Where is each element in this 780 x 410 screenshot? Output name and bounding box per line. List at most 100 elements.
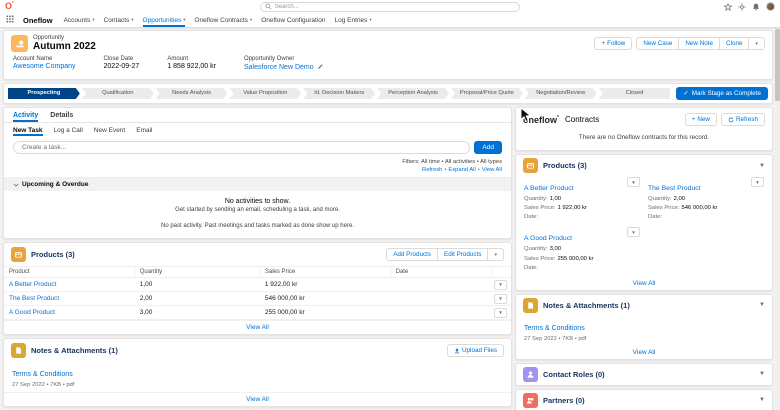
path-stage-needs-analysis[interactable]: Needs Analysis	[156, 88, 228, 99]
upload-files-button[interactable]: Upload Files	[447, 344, 504, 357]
page-scrollbar[interactable]	[775, 27, 780, 410]
right-partners-title[interactable]: Partners (0)	[543, 396, 585, 405]
clone-button[interactable]: Clone	[719, 37, 750, 50]
activity-filters: Filters: All time • All activities • All…	[4, 157, 511, 177]
right-notes-title[interactable]: Notes & Attachments (1)	[543, 301, 630, 310]
products-title[interactable]: Products (3)	[31, 250, 75, 259]
more-actions-button[interactable]: ▾	[748, 37, 765, 50]
scrollbar-thumb[interactable]	[775, 29, 780, 101]
search-input[interactable]	[274, 3, 515, 10]
row-actions-button[interactable]: ▼	[493, 307, 507, 318]
right-products-view-all-link[interactable]: View All	[633, 280, 656, 287]
path-stage-proposal-price-quote[interactable]: Proposal/Price Quote	[451, 88, 523, 99]
add-products-button[interactable]: Add Products	[386, 248, 439, 261]
field-label: Account Name	[13, 56, 53, 62]
check-icon: ✓	[683, 90, 689, 97]
field-value: 3,00	[549, 246, 562, 253]
oneflow-new-button[interactable]: + New	[684, 113, 717, 126]
filters-link[interactable]: All time • All activities • All types	[421, 159, 502, 165]
row-actions-button[interactable]: ▼	[493, 293, 507, 304]
attachment-link[interactable]: Terms & Conditions	[12, 371, 73, 378]
collapse-chevron-icon[interactable]: ▼	[759, 302, 765, 308]
collapse-chevron-icon[interactable]: ▼	[759, 371, 765, 377]
product-link[interactable]: The Best Product	[9, 295, 59, 302]
app-launcher-icon[interactable]	[6, 15, 14, 25]
subtab-log-a-call[interactable]: Log a Call	[54, 127, 83, 136]
nav-tab-opportunities[interactable]: Opportunities ▾	[143, 13, 186, 27]
product-link[interactable]: The Best Product	[648, 185, 701, 192]
tile-actions-button[interactable]: ▼	[627, 227, 640, 238]
nav-tab-oneflow-configuration[interactable]: Oneflow Configuration	[261, 13, 325, 27]
subtab-email[interactable]: Email	[136, 127, 152, 136]
right-products-title[interactable]: Products (3)	[543, 161, 587, 170]
nav-tab-accounts[interactable]: Accounts ▾	[64, 13, 95, 27]
path-stage-negotiation-review[interactable]: Negotiation/Review	[525, 88, 597, 99]
path-stage-perception-analysis[interactable]: Perception Analysis	[377, 88, 449, 99]
oneflow-contracts-panel: oneflow° Contracts + New Refresh There ar…	[515, 107, 773, 151]
view-all-activities-link[interactable]: View All	[482, 167, 502, 173]
right-notes-view-all-link[interactable]: View All	[633, 349, 656, 356]
oneflow-brand-icon: O°	[5, 1, 15, 11]
account-link[interactable]: Awesome Company	[13, 63, 76, 70]
attachment-link[interactable]: Terms & Conditions	[524, 325, 585, 332]
owner-link[interactable]: Salesforce New Demo	[244, 64, 314, 71]
tile-actions-button[interactable]: ▼	[627, 177, 640, 187]
path-stage-qualification[interactable]: Qualification	[82, 88, 154, 99]
empty-subtitle: Get started by sending an email, schedul…	[175, 207, 340, 213]
path-stage-prospecting[interactable]: Prospecting	[8, 88, 80, 99]
column-header[interactable]: Quantity	[135, 267, 260, 277]
plus-icon: +	[601, 40, 606, 47]
expand-all-link[interactable]: Expand All	[448, 167, 475, 173]
products-view-all-link[interactable]: View All	[246, 324, 269, 331]
nav-tab-oneflow-contracts[interactable]: Oneflow Contracts ▾	[194, 13, 252, 27]
favorites-star-icon[interactable]	[724, 2, 732, 11]
product-tile: The Best Product ▼ Quantity: 2,00 Sales P…	[648, 177, 764, 222]
create-task-input[interactable]	[13, 141, 471, 154]
path-stage-closed[interactable]: Closed	[598, 88, 671, 99]
row-actions-button[interactable]: ▼	[493, 279, 507, 290]
right-contact-roles-title[interactable]: Contact Roles (0)	[543, 370, 605, 379]
follow-button[interactable]: + Follow	[594, 37, 633, 50]
user-avatar[interactable]	[766, 2, 775, 11]
nav-tab-log-entries[interactable]: Log Entries ▾	[335, 13, 372, 27]
notes-title[interactable]: Notes & Attachments (1)	[31, 346, 118, 355]
setup-gear-icon[interactable]	[738, 2, 746, 11]
app-nav-bar: Oneflow Accounts ▾ Contacts ▾ Opportunitie…	[0, 13, 780, 27]
new-case-button[interactable]: New Case	[636, 37, 680, 50]
collapse-chevron-icon[interactable]: ▼	[759, 397, 765, 403]
product-link[interactable]: A Good Product	[524, 235, 572, 242]
global-search[interactable]	[260, 1, 520, 12]
upcoming-overdue-header[interactable]: Upcoming & Overdue	[4, 177, 511, 191]
tab-details[interactable]: Details	[50, 108, 73, 122]
right-notes-section: Notes & Attachments (1) ▼ Terms & Condit…	[515, 293, 773, 360]
notes-view-all-link[interactable]: View All	[246, 396, 269, 403]
product-link[interactable]: A Good Product	[9, 309, 55, 316]
column-header[interactable]: Product	[4, 267, 135, 277]
collapse-chevron-icon[interactable]: ▼	[759, 163, 765, 169]
refresh-link[interactable]: Refresh	[422, 167, 442, 173]
chevron-down-icon: ▾	[494, 251, 497, 258]
edit-pencil-icon[interactable]	[317, 63, 324, 72]
nav-tab-contacts[interactable]: Contacts ▾	[104, 13, 134, 27]
mark-stage-complete-button[interactable]: ✓ Mark Stage as Complete	[676, 87, 768, 100]
column-header[interactable]: Date	[391, 267, 493, 277]
product-link[interactable]: A Better Product	[524, 185, 574, 192]
product-link[interactable]: A Better Product	[9, 281, 56, 288]
subtab-new-event[interactable]: New Event	[94, 127, 125, 136]
app-name[interactable]: Oneflow	[23, 16, 53, 25]
tab-activity[interactable]: Activity	[13, 108, 38, 122]
new-note-button[interactable]: New Note	[678, 37, 721, 50]
oneflow-refresh-button[interactable]: Refresh	[720, 113, 765, 126]
nav-tab-label: Accounts	[63, 16, 91, 24]
column-header[interactable]: Sales Price	[260, 267, 391, 277]
chevron-down-icon: ▾	[183, 17, 186, 22]
products-more-actions-button[interactable]: ▾	[487, 248, 504, 261]
edit-products-button[interactable]: Edit Products	[437, 248, 489, 261]
subtab-new-task[interactable]: New Task	[13, 127, 43, 136]
right-column: oneflow° Contracts + New Refresh There ar…	[515, 107, 773, 410]
path-stage-id-decision-makers[interactable]: Id. Decision Makers	[303, 88, 375, 99]
add-task-button[interactable]: Add	[474, 141, 502, 154]
path-stage-value-proposition[interactable]: Value Proposition	[229, 88, 301, 99]
tile-actions-button[interactable]: ▼	[751, 177, 764, 187]
notifications-bell-icon[interactable]	[752, 3, 760, 11]
